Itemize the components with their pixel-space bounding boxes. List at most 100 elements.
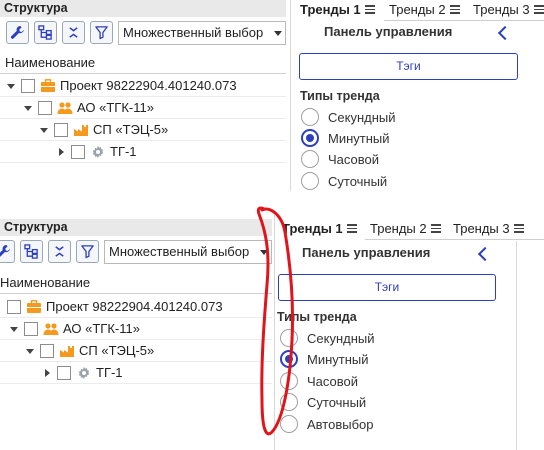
selection-mode-select[interactable]: Множественный выбор [104,240,272,264]
radio-label: Минутный [307,351,369,367]
tab-label: Тренды 3 [453,221,510,236]
screenshot-bottom: Структура Множественный выбор Наименован… [0,215,544,450]
factory-icon [59,344,75,358]
radio-label: Часовой [307,373,359,389]
chevron-left-icon[interactable] [497,25,513,41]
radio-label: Суточный [328,173,388,189]
expand-arrow-icon[interactable] [39,125,49,135]
filter-button[interactable] [76,240,99,263]
tree-checkbox[interactable] [57,365,71,380]
tree-checkbox[interactable] [21,78,35,93]
tree-checkbox[interactable] [40,343,54,358]
column-header-name[interactable]: Наименование [0,272,272,294]
tree-node-label: Проект 98222904.401240.073 [46,299,223,314]
tree-checkbox[interactable] [71,144,85,159]
tree-checkbox[interactable] [38,100,52,115]
structure-title: Структура [4,220,68,234]
tags-button-label: Тэги [374,280,400,294]
tab-trends-3[interactable]: Тренды 3 [449,219,539,240]
radio-option[interactable]: Автовыбор [280,414,374,434]
radio-option[interactable]: Минутный [280,349,369,369]
gear-icon [90,145,106,159]
tree-row[interactable]: ТГ-1 [0,362,272,384]
radio-option[interactable]: Минутный [301,128,390,148]
tree-row[interactable]: Проект 98222904.401240.073 [0,296,272,318]
radio-button-selected[interactable] [280,350,298,368]
tree-row[interactable]: АО «ТГК-11» [0,318,272,340]
tree-row[interactable]: СП «ТЭЦ-5» [0,119,286,141]
expand-arrow-icon[interactable] [25,346,35,356]
tree-node-label: ТГ-1 [110,144,137,159]
expand-arrow-icon[interactable] [42,368,52,378]
structure-panel: Структура Множественный выбор Наименован… [0,0,286,191]
selection-mode-value: Множественный выбор [123,25,264,40]
radio-button[interactable] [301,108,319,126]
tab-trends-2[interactable]: Тренды 2 [366,219,450,240]
chevron-left-icon[interactable] [477,246,493,262]
radio-button[interactable] [280,329,298,347]
menu-icon[interactable] [346,222,357,235]
tree-node-label: СП «ТЭЦ-5» [93,122,169,137]
trend-types-title: Типы тренда [300,89,380,103]
tab-label: Тренды 2 [370,221,427,236]
radio-option[interactable]: Секундный [301,107,396,127]
organization-icon [57,101,73,115]
tree-checkbox[interactable] [54,122,68,137]
radio-button[interactable] [301,150,319,168]
filter-button[interactable] [90,21,113,44]
menu-icon[interactable] [364,3,375,16]
tags-button[interactable]: Тэги [299,53,518,80]
chevron-down-icon [274,31,282,36]
tab-label: Тренды 1 [300,2,361,17]
tree-row[interactable]: АО «ТГК-11» [0,97,286,119]
tree-row[interactable]: ТГ-1 [0,141,286,163]
tab-trends-3[interactable]: Тренды 3 [469,0,544,21]
radio-option[interactable]: Часовой [280,371,358,391]
radio-option[interactable]: Суточный [280,392,366,412]
menu-icon[interactable] [449,3,460,16]
expand-arrow-icon[interactable] [56,147,66,157]
radio-option[interactable]: Секундный [280,328,375,348]
radio-button[interactable] [280,415,298,433]
selection-mode-value: Множественный выбор [109,244,250,259]
menu-icon[interactable] [430,222,441,235]
expand-arrow-icon[interactable] [9,324,19,334]
tree-row[interactable]: Проект 98222904.401240.073 [0,75,286,97]
structure-panel: Структура Множественный выбор Наименован… [0,215,272,450]
expand-arrow-icon[interactable] [6,81,16,91]
menu-icon[interactable] [533,3,544,16]
hierarchy-button[interactable] [34,21,57,44]
tree-checkbox[interactable] [7,299,21,314]
radio-label: Суточный [307,394,367,410]
control-panel-title: Панель управления [324,24,453,39]
radio-button[interactable] [280,372,298,390]
radio-label: Секундный [328,109,396,125]
structure-header: Структура [0,0,286,17]
tree-row[interactable]: СП «ТЭЦ-5» [0,340,272,362]
settings-button[interactable] [6,21,29,44]
radio-option[interactable]: Суточный [301,171,387,191]
trend-types-title: Типы тренда [277,310,357,324]
radio-button[interactable] [301,172,319,190]
trends-tabs: Тренды 1 Тренды 2 Тренды 3 [276,219,544,240]
structure-title: Структура [4,1,68,15]
collapse-expand-button[interactable] [48,240,71,263]
tab-trends-2[interactable]: Тренды 2 [385,0,469,21]
tab-trends-1[interactable]: Тренды 1 [278,219,364,240]
selection-mode-select[interactable]: Множественный выбор [118,21,286,45]
tree-node-label: СП «ТЭЦ-5» [79,343,155,358]
radio-option[interactable]: Часовой [301,149,379,169]
radio-button-selected[interactable] [301,129,319,147]
tree-checkbox[interactable] [24,321,38,336]
settings-button[interactable] [0,240,15,263]
expand-arrow-icon[interactable] [23,103,33,113]
trends-panel: Тренды 1 Тренды 2 Тренды 3 Панель управл… [276,215,544,450]
organization-icon [43,322,59,336]
collapse-expand-button[interactable] [62,21,85,44]
column-header-name[interactable]: Наименование [0,52,286,74]
tags-button[interactable]: Тэги [278,274,496,301]
menu-icon[interactable] [513,222,524,235]
tab-trends-1[interactable]: Тренды 1 [296,0,382,21]
hierarchy-button[interactable] [20,240,43,263]
radio-button[interactable] [280,393,298,411]
